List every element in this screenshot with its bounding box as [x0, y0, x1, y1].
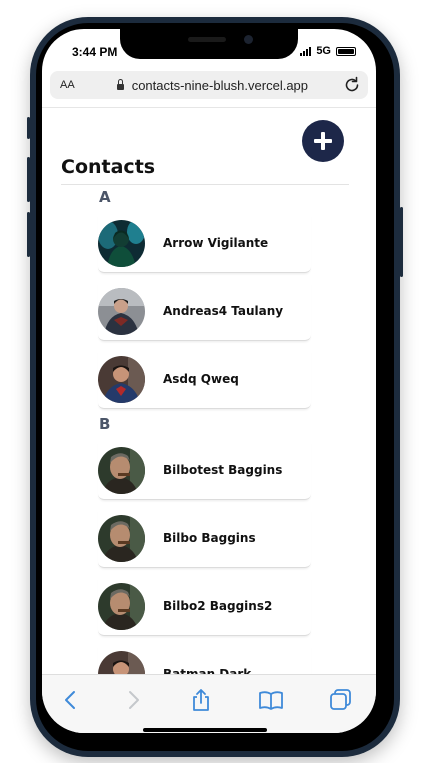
contact-item[interactable]: Asdq Qweq: [98, 350, 311, 409]
page-title: Contacts: [61, 156, 156, 178]
share-icon[interactable]: [188, 687, 214, 713]
address-bar-divider: [42, 107, 376, 108]
contact-name: Bilbo Baggins: [163, 531, 256, 545]
battery-icon: [336, 46, 356, 56]
contact-name: Bilbo2 Baggins2: [163, 599, 273, 613]
contact-name: Bilbotest Baggins: [163, 463, 283, 477]
reload-icon[interactable]: [342, 75, 362, 95]
screen: 3:44 PM 5G AA contacts-nine-blush.vercel…: [42, 29, 376, 733]
avatar: [98, 288, 145, 335]
volume-up-button: [27, 157, 30, 202]
contact-name: Arrow Vigilante: [163, 236, 269, 250]
contact-item[interactable]: Arrow Vigilante: [98, 214, 311, 273]
section-letter: B: [99, 415, 111, 433]
browser-toolbar: [42, 674, 376, 733]
avatar: [98, 515, 145, 562]
book-icon[interactable]: [258, 687, 284, 713]
volume-down-button: [27, 212, 30, 257]
phone-frame: 3:44 PM 5G AA contacts-nine-blush.vercel…: [27, 17, 403, 757]
front-camera: [244, 35, 253, 44]
status-time: 3:44 PM: [72, 45, 118, 59]
contact-item[interactable]: Andreas4 Taulany: [98, 282, 311, 341]
contact-name: Asdq Qweq: [163, 372, 239, 386]
avatar: [98, 220, 145, 267]
chevron-left-icon[interactable]: [58, 687, 84, 713]
notch: [120, 29, 298, 59]
text-size-button[interactable]: AA: [60, 79, 75, 91]
section-letter: A: [99, 188, 111, 206]
mute-switch: [27, 117, 30, 139]
chevron-right-icon[interactable]: [120, 687, 146, 713]
signal-icon: [300, 46, 312, 56]
status-indicators: 5G: [300, 45, 356, 57]
contact-item[interactable]: Bilbotest Baggins: [98, 441, 311, 500]
add-contact-button[interactable]: [302, 120, 344, 162]
home-indicator: [143, 728, 267, 732]
avatar: [98, 583, 145, 630]
contact-item[interactable]: Bilbo Baggins: [98, 509, 311, 568]
title-divider: [61, 184, 349, 185]
lock-icon: [116, 79, 124, 90]
url-text[interactable]: contacts-nine-blush.vercel.app: [132, 78, 308, 93]
power-button: [400, 207, 403, 277]
address-bar[interactable]: AA contacts-nine-blush.vercel.app: [50, 71, 368, 99]
network-label: 5G: [316, 45, 331, 57]
tabs-icon[interactable]: [328, 687, 354, 713]
earpiece: [188, 37, 226, 42]
contact-name: Andreas4 Taulany: [163, 304, 284, 318]
avatar: [98, 447, 145, 494]
avatar: [98, 356, 145, 403]
contact-item[interactable]: Bilbo2 Baggins2: [98, 577, 311, 636]
